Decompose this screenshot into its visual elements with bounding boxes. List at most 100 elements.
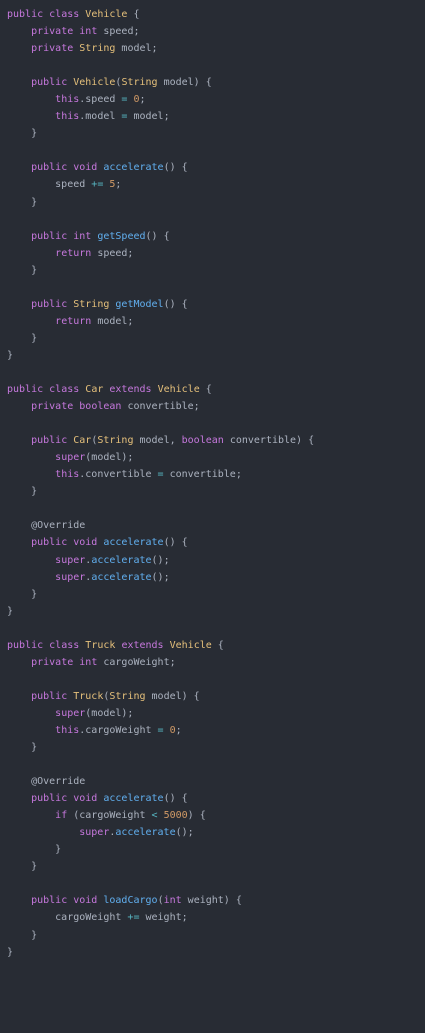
- code-token: Vehicle: [157, 384, 200, 396]
- code-line[interactable]: this.model = model;: [7, 108, 417, 125]
- code-line[interactable]: super.accelerate();: [7, 569, 417, 586]
- code-line[interactable]: private String model;: [7, 40, 417, 57]
- code-line[interactable]: this.convertible = convertible;: [7, 466, 417, 483]
- code-token: 5000: [163, 810, 188, 822]
- code-token: public: [31, 537, 68, 549]
- code-line[interactable]: [7, 620, 417, 637]
- code-line[interactable]: if (cargoWeight < 5000) {: [7, 807, 417, 824]
- code-line[interactable]: }: [7, 944, 417, 961]
- code-token: public: [31, 793, 68, 805]
- code-line[interactable]: private int speed;: [7, 23, 417, 40]
- code-token: super: [79, 827, 110, 839]
- code-token: model;: [127, 111, 170, 123]
- code-line[interactable]: private int cargoWeight;: [7, 654, 417, 671]
- code-line[interactable]: }: [7, 603, 417, 620]
- code-line[interactable]: public void accelerate() {: [7, 534, 417, 551]
- code-token: Car: [73, 435, 92, 447]
- code-line[interactable]: }: [7, 194, 417, 211]
- code-line[interactable]: this.cargoWeight = 0;: [7, 722, 417, 739]
- code-line[interactable]: }: [7, 841, 417, 858]
- code-line[interactable]: }: [7, 739, 417, 756]
- code-token: this: [55, 94, 80, 106]
- code-token: }: [7, 349, 14, 361]
- code-line[interactable]: public void accelerate() {: [7, 790, 417, 807]
- code-token: convertible;: [163, 469, 242, 481]
- code-token: super: [55, 571, 86, 583]
- code-line[interactable]: public Vehicle(String model) {: [7, 74, 417, 91]
- code-line[interactable]: [7, 875, 417, 892]
- code-line[interactable]: [7, 211, 417, 228]
- code-token: Car: [85, 384, 104, 396]
- code-token: public: [31, 895, 68, 907]
- code-line[interactable]: super(model);: [7, 449, 417, 466]
- code-line[interactable]: }: [7, 858, 417, 875]
- code-line[interactable]: [7, 57, 417, 74]
- code-line[interactable]: this.speed = 0;: [7, 91, 417, 108]
- code-line[interactable]: public class Vehicle {: [7, 6, 417, 23]
- code-line[interactable]: public Car(String model, boolean convert…: [7, 432, 417, 449]
- code-token: if: [55, 810, 68, 822]
- code-token: super: [55, 707, 86, 719]
- code-token: model) {: [157, 77, 212, 89]
- code-token: accelerate: [103, 793, 164, 805]
- code-line[interactable]: [7, 142, 417, 159]
- code-line[interactable]: public int getSpeed() {: [7, 228, 417, 245]
- code-token: }: [7, 486, 38, 498]
- code-line[interactable]: return model;: [7, 313, 417, 330]
- code-token: ) {: [187, 810, 206, 822]
- code-line[interactable]: public class Car extends Vehicle {: [7, 381, 417, 398]
- code-token: ;: [139, 94, 146, 106]
- code-token: model;: [91, 315, 134, 327]
- code-line[interactable]: }: [7, 347, 417, 364]
- code-line[interactable]: [7, 756, 417, 773]
- code-token: }: [7, 742, 38, 754]
- code-line[interactable]: @Override: [7, 517, 417, 534]
- code-line[interactable]: super(model);: [7, 705, 417, 722]
- code-token: ();: [151, 571, 170, 583]
- code-line[interactable]: public void accelerate() {: [7, 159, 417, 176]
- code-token: int: [163, 895, 182, 907]
- code-token: public: [31, 162, 68, 174]
- code-line[interactable]: public void loadCargo(int weight) {: [7, 892, 417, 909]
- code-token: speed;: [91, 247, 134, 259]
- code-line[interactable]: @Override: [7, 773, 417, 790]
- code-line[interactable]: }: [7, 586, 417, 603]
- code-token: () {: [163, 537, 188, 549]
- code-line[interactable]: [7, 279, 417, 296]
- code-line[interactable]: [7, 671, 417, 688]
- code-token: public: [7, 384, 44, 396]
- code-line[interactable]: [7, 500, 417, 517]
- code-line[interactable]: public class Truck extends Vehicle {: [7, 637, 417, 654]
- code-token: String: [73, 298, 110, 310]
- code-line[interactable]: super.accelerate();: [7, 552, 417, 569]
- code-token: model,: [133, 435, 182, 447]
- code-editor[interactable]: public class Vehicle { private int speed…: [7, 6, 417, 961]
- code-line[interactable]: speed += 5;: [7, 176, 417, 193]
- code-line[interactable]: }: [7, 330, 417, 347]
- code-token: () {: [163, 162, 188, 174]
- code-token: cargoWeight;: [97, 656, 176, 668]
- code-token: .model: [79, 111, 122, 123]
- code-line[interactable]: super.accelerate();: [7, 824, 417, 841]
- code-line[interactable]: }: [7, 483, 417, 500]
- code-line[interactable]: [7, 415, 417, 432]
- code-token: public: [31, 77, 68, 89]
- code-line[interactable]: public String getModel() {: [7, 296, 417, 313]
- code-line[interactable]: cargoWeight += weight;: [7, 909, 417, 926]
- code-line[interactable]: }: [7, 125, 417, 142]
- code-line[interactable]: private boolean convertible;: [7, 398, 417, 415]
- code-token: int: [79, 26, 98, 38]
- code-line[interactable]: return speed;: [7, 245, 417, 262]
- code-line[interactable]: public Truck(String model) {: [7, 688, 417, 705]
- code-line[interactable]: }: [7, 927, 417, 944]
- code-line[interactable]: }: [7, 262, 417, 279]
- code-line[interactable]: [7, 364, 417, 381]
